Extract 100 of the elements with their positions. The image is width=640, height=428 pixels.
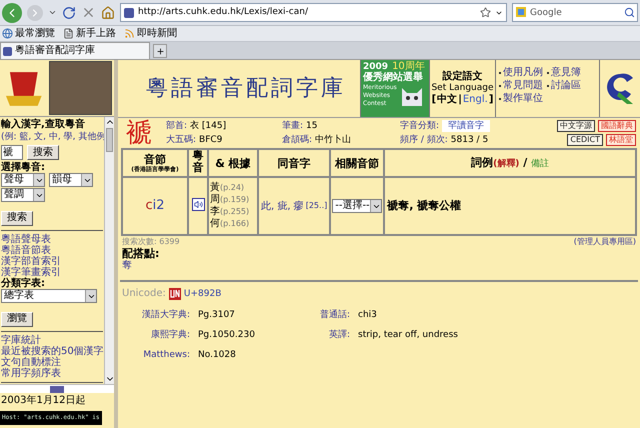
bookmark-link[interactable]: 最常瀏覽 [2,28,55,40]
award-name: 優秀網站選舉 [363,72,424,84]
source-reference: 周(p.159) [210,194,250,206]
site-favicon-icon [124,8,134,18]
detail-label: 漢語大字典: [140,309,190,322]
collocation-label: 配搭點: [121,247,160,260]
field-value: 罕讀音字 [442,120,490,132]
dictionary-button[interactable]: 林語堂 [606,134,636,146]
reload-icon[interactable] [62,6,76,20]
detail-value: strip, tear off, undress [358,329,459,342]
stop-icon[interactable] [81,5,96,20]
header-link[interactable]: 製作單位 [503,92,543,105]
more-link[interactable]: [25..] [306,200,328,212]
award-anniversary: 10周年 [392,61,425,72]
date-text: 2003年1月12日起 [0,394,87,408]
homophone-links[interactable]: 此, 疵, 瘳 [261,198,304,214]
vertical-scrollbar[interactable] [104,117,114,384]
new-tab-button[interactable] [153,44,167,58]
tool-link[interactable]: 最近被搜索的50個漢字 [1,346,103,357]
tool-link[interactable]: 字庫統計 [1,335,103,346]
bracket-text: ] [488,94,494,106]
column-header: 粵音 [188,149,208,178]
search-button[interactable]: 搜索 [1,210,33,226]
search-icon[interactable] [624,7,635,18]
section-title: 選擇粵音: [1,162,46,173]
language-option[interactable]: Engl. [462,94,488,106]
detail-label: 康熙字典: [150,329,190,342]
search-count: 搜索次數: 6399 [122,237,180,248]
field-value: 15 [306,120,318,132]
detail-label: 普通話: [318,309,350,322]
back-button[interactable] [2,2,22,22]
page-icon [63,28,74,39]
photo-placeholder [48,61,112,115]
dictionary-button[interactable]: CEDICT [567,134,603,146]
url-text: http://arts.cuhk.edu.hk/Lexis/lexi-can/ [138,7,309,18]
bookmark-star-icon[interactable] [480,7,491,18]
field-value: 衣 [145] [190,120,226,132]
award-year: 2009 [363,62,388,72]
syllable-cell: ci2 [122,177,188,236]
scrollbar-thumb[interactable] [106,128,113,152]
home-icon[interactable] [101,6,115,20]
sound-select[interactable]: 聲調 [1,188,45,202]
sound-select[interactable]: 聲母 [1,173,45,187]
category-label: 分類字表: [1,278,46,289]
index-link[interactable]: 漢字筆畫索引 [1,267,103,278]
horizontal-scrollbar[interactable] [0,384,114,393]
column-header: 相關音節 [330,149,384,178]
field-label: 部首: [166,120,188,132]
field-value: 中竹卜山 [315,134,352,146]
language-title: 設定語文 [442,71,482,83]
admin-link[interactable]: (管理人員專用區) [574,237,636,248]
detail-label: Matthews: [142,349,190,362]
search-engine-icon [516,7,526,17]
index-link[interactable]: 粵語音節表 [1,245,103,256]
address-bar[interactable]: http://arts.cuhk.edu.hk/Lexis/lexi-can/ [120,3,507,22]
detail-value: chi3 [358,309,378,322]
site-title: 粵語審音配詞字庫 [146,76,346,102]
detail-value: No.1028 [198,349,237,362]
history-dropdown-icon[interactable] [48,8,57,17]
language-subtitle: Set Language [431,83,494,94]
category-select[interactable]: 總字表 [1,289,97,303]
character-input[interactable]: 褫 [1,145,23,160]
dictionary-button[interactable]: 中文字源 [557,120,595,132]
detail-label: 英譯: [328,329,350,342]
tool-link[interactable]: 常用字頻序表 [1,368,103,379]
tool-link[interactable]: 文句自動標注 [1,357,103,368]
separator-text: | [458,94,462,106]
scrollbar-thumb[interactable] [50,386,64,392]
header-link[interactable]: 常見問題 [503,79,543,92]
header-link[interactable]: 意見簿 [551,66,581,79]
play-sound-button[interactable] [192,198,204,212]
collocation-link[interactable]: 奪 [118,260,136,272]
sound-select[interactable]: 韻母 [49,173,93,187]
field-label: 筆畫: [282,120,304,132]
related-syllable-select[interactable]: --選擇-- [332,199,382,214]
column-header: 同音字 [258,149,330,178]
bookmark-link[interactable]: 即時新聞 [124,28,177,40]
column-header: 詞例(解釋) / 備註 [384,149,636,178]
field-label: 字音分類: [400,120,440,132]
plus-icon [156,46,164,56]
source-reference: 李(p.255) [210,206,250,218]
example-words: 褫奪, 褫奪公權 [384,177,636,236]
detail-value: Pg.1050.230 [198,329,256,342]
search-field[interactable]: Google [512,3,638,22]
search-button[interactable]: 搜索 [27,145,59,160]
bookmark-link[interactable]: 新手上路 [63,28,116,40]
header-link[interactable]: 討論區 [551,79,581,92]
entry-character: 褫 [126,119,153,147]
header-link[interactable]: 使用凡例 [503,66,543,79]
index-link[interactable]: 粵語聲母表 [1,234,103,245]
site-logo-icon [605,72,635,106]
index-link[interactable]: 漢字部首索引 [1,256,103,267]
field-value: 5813 / 5 [450,134,488,146]
detail-value: Pg.3107 [198,309,236,322]
unicode-label: Unicode: [122,288,166,300]
dictionary-button[interactable]: 國語辭典 [598,120,636,132]
field-value: BFC9 [199,134,222,146]
language-option[interactable]: 中文 [437,94,458,106]
browser-tab[interactable]: 粵語審音配詞字庫 [0,42,150,59]
browse-button[interactable]: 瀏覽 [1,312,33,326]
